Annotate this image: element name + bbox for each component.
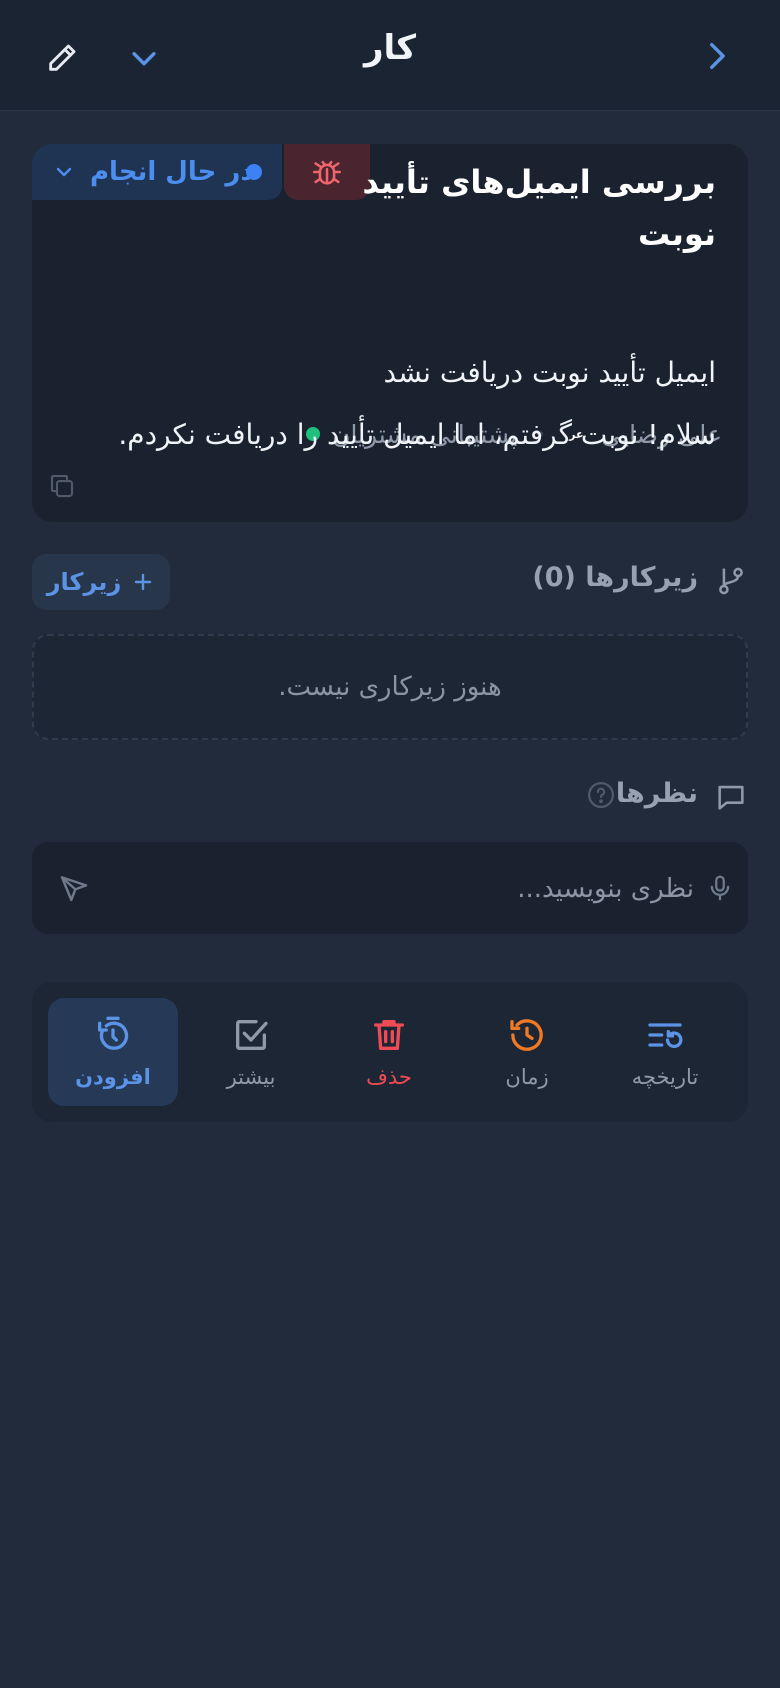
- task-body: سلام! نوبت گرفتم، اما ایمیل تأیید را دری…: [118, 418, 716, 451]
- timer-icon: [98, 1016, 129, 1050]
- page-title: کار: [363, 28, 417, 68]
- empty-text: هنوز زیرکاری نیست.: [278, 672, 502, 702]
- status-dot: [246, 164, 262, 180]
- status-dropdown[interactable]: در حال انجام: [32, 144, 282, 200]
- comment-input[interactable]: [132, 864, 696, 914]
- back-button[interactable]: [694, 34, 738, 78]
- top-app-bar: کار: [0, 0, 780, 111]
- history-label: تاریخچه: [631, 1065, 699, 1089]
- comments-heading: نظرها: [615, 778, 698, 809]
- history-action[interactable]: تاریخچه: [600, 998, 730, 1106]
- more-action[interactable]: بیشتر: [186, 998, 316, 1106]
- time-action[interactable]: زمان: [462, 998, 592, 1106]
- task-action-bar: افزودن بیشتر حذف زمان تاریخچه: [32, 982, 748, 1122]
- task-subject: ایمیل تأیید نوبت دریافت نشد: [383, 356, 717, 389]
- add-subtask-button[interactable]: زیرکار: [32, 554, 170, 610]
- subtasks-heading: زیرکارها (0): [532, 562, 698, 593]
- task-card: در حال انجام بررسی ایمیل‌های تأیید نوبت …: [32, 144, 748, 522]
- time-label: زمان: [505, 1065, 549, 1089]
- delete-action[interactable]: حذف: [324, 998, 454, 1106]
- plus-icon: [135, 573, 152, 591]
- comment-icon: [718, 785, 744, 810]
- trash-icon: [374, 1020, 404, 1050]
- help-icon[interactable]: [586, 780, 616, 810]
- list-history-icon: [648, 1023, 683, 1049]
- chevron-right-icon: [710, 42, 725, 70]
- add-subtask-label: زیرکار: [46, 568, 122, 596]
- microphone-icon: [710, 875, 730, 901]
- send-icon: [60, 876, 88, 902]
- status-label: در حال انجام: [90, 157, 254, 187]
- history-icon: [510, 1019, 543, 1051]
- voice-input-button[interactable]: [700, 868, 740, 908]
- send-button[interactable]: [54, 868, 94, 908]
- add-time-label: افزودن: [75, 1065, 151, 1089]
- copy-button[interactable]: [44, 468, 80, 504]
- comment-composer: [32, 842, 748, 934]
- add-time-action[interactable]: افزودن: [48, 998, 178, 1106]
- chevron-down-icon: [56, 167, 72, 177]
- task-title: بررسی ایمیل‌های تأیید نوبت: [362, 163, 716, 253]
- delete-label: حذف: [366, 1065, 412, 1089]
- subtasks-empty-state: هنوز زیرکاری نیست.: [32, 634, 748, 740]
- checkbox-icon: [236, 1020, 268, 1050]
- copy-icon: [50, 474, 74, 498]
- branch-icon: [719, 567, 743, 595]
- more-label: بیشتر: [226, 1065, 276, 1089]
